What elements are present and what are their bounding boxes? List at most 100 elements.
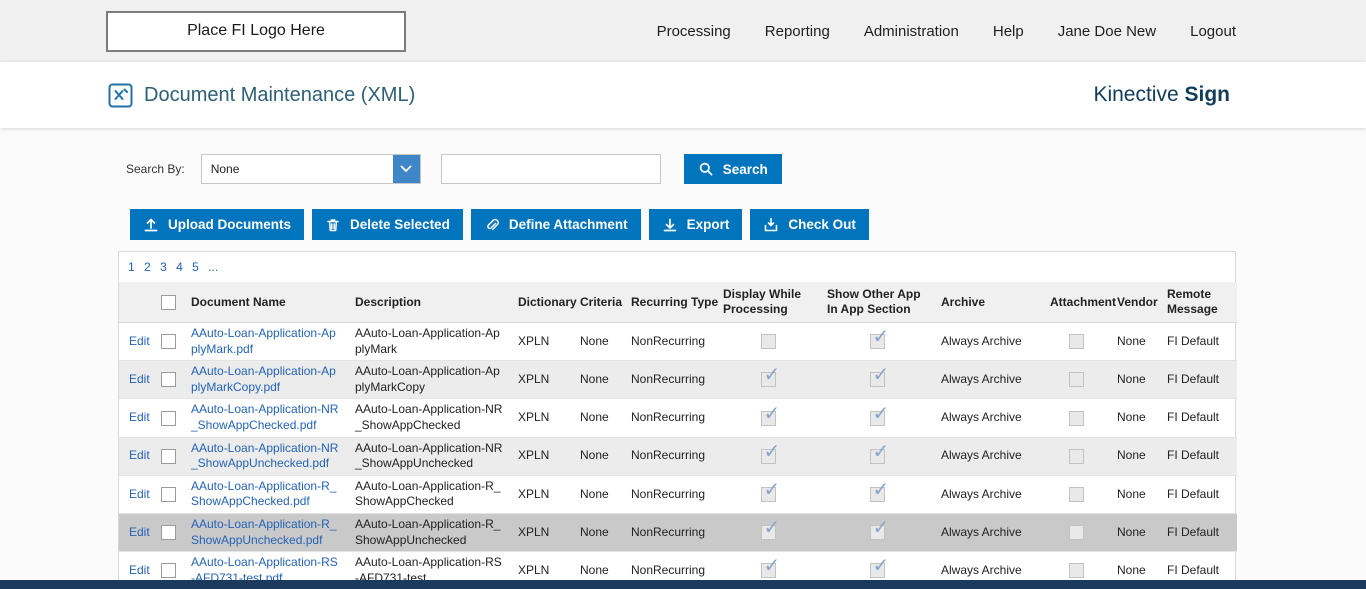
checkout-icon <box>763 217 779 233</box>
row-select-checkbox[interactable] <box>160 334 176 350</box>
document-name-link[interactable]: AAuto-Loan-Application-NR_ShowAppUncheck… <box>191 441 338 471</box>
description-cell: AAuto-Loan-Application-R_ShowAppUnchecke… <box>347 513 510 553</box>
document-name-link[interactable]: AAuto-Loan-Application-ApplyMarkCopy.pdf <box>191 364 336 394</box>
row-select-checkbox[interactable] <box>160 563 176 579</box>
documents-table: Document Name Description Dictionary Cri… <box>119 282 1237 589</box>
select-all-checkbox[interactable] <box>160 294 176 310</box>
page-link-1[interactable]: 1 <box>128 260 135 274</box>
page-title: Document Maintenance (XML) <box>144 83 416 106</box>
footer-bar <box>0 580 1366 589</box>
edit-link[interactable]: Edit <box>129 563 150 577</box>
show-other-app-checkbox[interactable] <box>869 442 889 464</box>
attachment-checkbox[interactable] <box>1069 563 1084 579</box>
dictionary-cell: XPLN <box>510 398 572 438</box>
dictionary-cell: XPLN <box>510 437 572 476</box>
vendor-cell: None <box>1109 475 1159 514</box>
description-cell: AAuto-Loan-Application-ApplyMarkCopy <box>347 360 510 400</box>
row-select-checkbox[interactable] <box>160 372 176 388</box>
dictionary-cell: XPLN <box>510 513 572 553</box>
attachment-checkbox[interactable] <box>1069 372 1084 388</box>
row-select-checkbox[interactable] <box>160 448 176 464</box>
edit-link[interactable]: Edit <box>129 410 150 424</box>
brand-logo: Kinective Sign <box>1093 83 1230 107</box>
row-select-checkbox[interactable] <box>160 525 176 541</box>
page-link-2[interactable]: 2 <box>144 260 151 274</box>
nav-reporting[interactable]: Reporting <box>765 23 830 40</box>
description-cell: AAuto-Loan-Application-ApplyMark <box>347 322 510 362</box>
display-while-processing-checkbox[interactable] <box>760 556 780 579</box>
document-name-link[interactable]: AAuto-Loan-Application-ApplyMark.pdf <box>191 326 336 356</box>
page-link-4[interactable]: 4 <box>176 260 183 274</box>
edit-link[interactable]: Edit <box>129 334 150 348</box>
page-link-3[interactable]: 3 <box>160 260 167 274</box>
dropdown-selected-value: None <box>210 162 240 176</box>
dictionary-cell: XPLN <box>510 360 572 400</box>
edit-link[interactable]: Edit <box>129 487 150 501</box>
nav-help[interactable]: Help <box>993 23 1024 40</box>
display-while-processing-checkbox[interactable] <box>760 365 780 388</box>
vendor-cell: None <box>1109 360 1159 400</box>
edit-link[interactable]: Edit <box>129 448 150 462</box>
column-header-document-name: Document Name <box>183 282 347 323</box>
attachment-checkbox[interactable] <box>1069 486 1084 502</box>
show-other-app-checkbox[interactable] <box>869 556 889 579</box>
remote-message-cell: FI Default <box>1159 513 1237 553</box>
nav-processing[interactable]: Processing <box>657 23 731 40</box>
criteria-cell: None <box>572 437 623 476</box>
upload-documents-button[interactable]: Upload Documents <box>130 209 305 240</box>
show-other-app-checkbox[interactable] <box>869 404 889 426</box>
page-link-ellipsis[interactable]: ... <box>208 260 218 274</box>
attachment-checkbox[interactable] <box>1069 334 1084 350</box>
attachment-checkbox[interactable] <box>1069 525 1084 541</box>
paperclip-icon <box>484 217 500 233</box>
remote-message-cell: FI Default <box>1159 475 1237 514</box>
document-name-link[interactable]: AAuto-Loan-Application-NR_ShowAppChecked… <box>191 402 338 432</box>
define-attachment-button[interactable]: Define Attachment <box>470 209 641 240</box>
nav-administration[interactable]: Administration <box>864 23 959 40</box>
nav-logout[interactable]: Logout <box>1190 23 1236 40</box>
title-bar: Document Maintenance (XML) Kinective Sig… <box>0 62 1366 128</box>
search-button[interactable]: Search <box>683 154 782 184</box>
nav-user-name[interactable]: Jane Doe New <box>1058 23 1156 40</box>
dictionary-cell: XPLN <box>510 475 572 514</box>
display-while-processing-checkbox[interactable] <box>760 442 780 464</box>
display-while-processing-checkbox[interactable] <box>760 404 780 426</box>
criteria-cell: None <box>572 322 623 362</box>
chevron-down-icon <box>392 155 420 183</box>
documents-table-container: 1 2 3 4 5 ... Document Name Description … <box>118 251 1237 589</box>
edit-link[interactable]: Edit <box>129 372 150 386</box>
attachment-checkbox[interactable] <box>1069 410 1084 426</box>
show-other-app-checkbox[interactable] <box>869 327 889 350</box>
archive-cell: Always Archive <box>933 360 1042 400</box>
column-header-description: Description <box>347 282 510 323</box>
display-while-processing-checkbox[interactable] <box>760 518 780 541</box>
check-out-button[interactable]: Check Out <box>750 209 869 240</box>
vendor-cell: None <box>1109 513 1159 553</box>
show-other-app-checkbox[interactable] <box>869 518 889 541</box>
remote-message-cell: FI Default <box>1159 398 1237 438</box>
description-cell: AAuto-Loan-Application-NR_ShowAppChecked <box>347 398 510 438</box>
export-button[interactable]: Export <box>648 209 743 240</box>
edit-link[interactable]: Edit <box>129 525 150 539</box>
pagination: 1 2 3 4 5 ... <box>119 252 1235 282</box>
top-bar: Place FI Logo Here Processing Reporting … <box>0 0 1366 62</box>
page-link-5[interactable]: 5 <box>192 260 199 274</box>
description-cell: AAuto-Loan-Application-R_ShowAppChecked <box>347 475 510 514</box>
delete-selected-button[interactable]: Delete Selected <box>312 209 463 240</box>
button-label: Export <box>686 217 730 232</box>
search-by-dropdown[interactable]: None <box>200 154 421 184</box>
show-other-app-checkbox[interactable] <box>869 365 889 388</box>
page: Place FI Logo Here Processing Reporting … <box>0 0 1366 589</box>
row-select-checkbox[interactable] <box>160 410 176 426</box>
search-input[interactable] <box>440 154 661 184</box>
show-other-app-checkbox[interactable] <box>869 480 889 502</box>
display-while-processing-checkbox[interactable] <box>760 480 780 502</box>
display-while-processing-checkbox[interactable] <box>760 334 776 350</box>
table-row: Edit AAuto-Loan-Application-ApplyMark.pd… <box>119 322 1237 362</box>
trash-icon <box>325 217 341 233</box>
row-select-checkbox[interactable] <box>160 486 176 502</box>
document-name-link[interactable]: AAuto-Loan-Application-R_ShowAppUnchecke… <box>191 517 336 547</box>
document-name-link[interactable]: AAuto-Loan-Application-R_ShowAppChecked.… <box>191 479 336 509</box>
recurring-type-cell: NonRecurring <box>623 360 715 400</box>
attachment-checkbox[interactable] <box>1069 448 1084 464</box>
